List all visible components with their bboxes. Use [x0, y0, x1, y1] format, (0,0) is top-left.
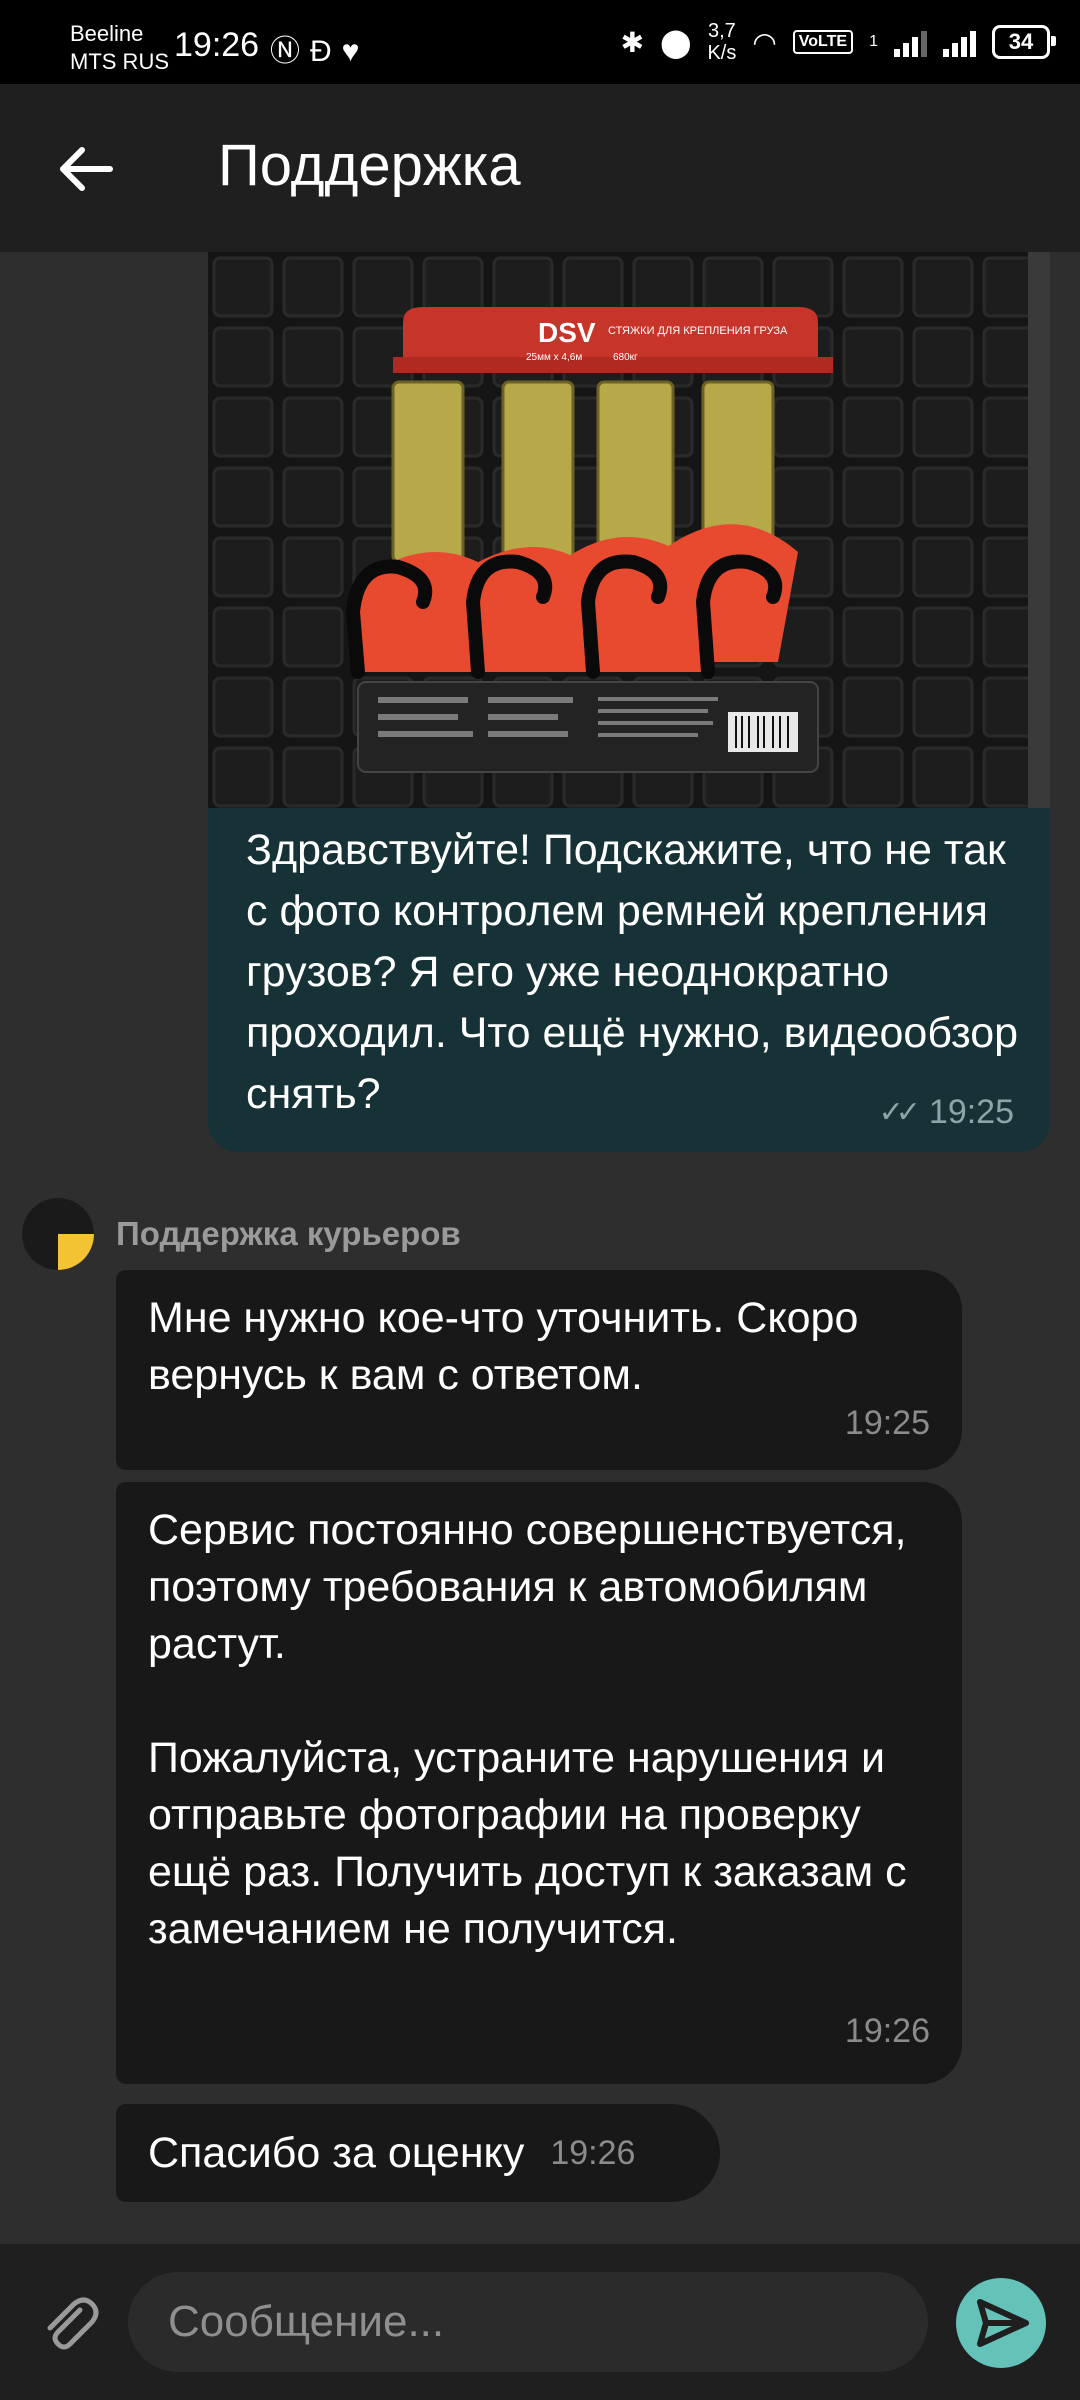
- signal-icon-sim1: [894, 27, 927, 57]
- app-bar: Поддержка: [0, 84, 1080, 252]
- heart-icon: ♥: [341, 35, 370, 68]
- attached-photo[interactable]: DSV СТЯЖКИ ДЛЯ КРЕПЛЕНИЯ ГРУЗА 25мм х 4,…: [208, 252, 1050, 808]
- status-icons: ✱ ⬤ 3,7 K/s ◠ VoLTE 1 34: [620, 20, 1056, 64]
- send-icon: [977, 2299, 1029, 2347]
- message-composer: [0, 2244, 1080, 2400]
- sender-name: Поддержка курьеров: [116, 1215, 461, 1252]
- page-title: Поддержка: [218, 133, 521, 198]
- incoming-message-text: Сервис постоянно совершенствуется, поэто…: [148, 1506, 907, 1953]
- back-arrow-icon[interactable]: [50, 134, 120, 204]
- carrier-info: Beeline MTS RUS: [70, 20, 169, 76]
- speed-value: 3,7: [708, 20, 736, 42]
- incoming-message-time: 19:26: [550, 2133, 636, 2172]
- chat-history[interactable]: DSV СТЯЖКИ ДЛЯ КРЕПЛЕНИЯ ГРУЗА 25мм х 4,…: [0, 252, 1080, 2242]
- paperclip-icon[interactable]: [36, 2290, 102, 2356]
- outgoing-message-text: Здравствуйте! Подскажите, что не так с ф…: [246, 826, 1019, 1118]
- photo-brand: DSV: [538, 317, 596, 348]
- message-input[interactable]: [128, 2272, 928, 2372]
- incoming-message[interactable]: Спасибо за оценку 19:26: [116, 2104, 720, 2202]
- send-button[interactable]: [956, 2278, 1046, 2368]
- wifi-icon: ◠: [752, 26, 777, 58]
- incoming-message-text: Спасибо за оценку: [148, 2128, 525, 2177]
- status-time: 19:26: [174, 26, 260, 64]
- incoming-message-text: Мне нужно кое-что уточнить. Скоро вернус…: [148, 1294, 859, 1399]
- speed-unit: K/s: [707, 42, 737, 64]
- incoming-message-time: 19:25: [844, 1404, 930, 1442]
- outgoing-message-time: 19:25: [928, 1093, 1014, 1131]
- incoming-message[interactable]: Мне нужно кое-что уточнить. Скоро вернус…: [116, 1270, 962, 1470]
- volte-badge: VoLTE: [792, 30, 854, 54]
- sender-header: Поддержка курьеров: [22, 1197, 461, 1271]
- notification-icons: ⓃÐ♥: [270, 26, 369, 70]
- nfc-icon: Ⓝ: [270, 35, 310, 68]
- outgoing-message[interactable]: DSV СТЯЖКИ ДЛЯ КРЕПЛЕНИЯ ГРУЗА 25мм х 4,…: [208, 252, 1050, 1152]
- photo-size: 25мм х 4,6м: [526, 352, 582, 363]
- network-speed: 3,7 K/s: [707, 20, 736, 64]
- incoming-message-time: 19:26: [844, 2012, 930, 2050]
- carrier-1: Beeline: [70, 21, 144, 46]
- location-icon: ⬤: [660, 26, 692, 58]
- sim-index: 1: [869, 33, 878, 50]
- incoming-message[interactable]: Сервис постоянно совершенствуется, поэто…: [116, 1482, 962, 2084]
- battery-level: 34: [1008, 29, 1034, 54]
- carrier-2: MTS RUS: [70, 49, 169, 74]
- support-avatar: [22, 1198, 94, 1270]
- read-checkmarks-icon: ✓✓: [878, 1096, 921, 1129]
- photo-load: 680кг: [613, 352, 638, 363]
- status-bar: Beeline MTS RUS 19:26 ⓃÐ♥ ✱ ⬤ 3,7 K/s ◠ …: [0, 0, 1080, 84]
- photo-label: СТЯЖКИ ДЛЯ КРЕПЛЕНИЯ ГРУЗА: [608, 325, 788, 337]
- app-notification-icon: Ð: [310, 35, 342, 68]
- outgoing-message-meta: ✓✓ 19:25: [879, 1093, 1014, 1132]
- battery-icon: 34: [992, 25, 1056, 59]
- signal-icon-sim2: [943, 27, 976, 57]
- bluetooth-icon: ✱: [620, 26, 645, 58]
